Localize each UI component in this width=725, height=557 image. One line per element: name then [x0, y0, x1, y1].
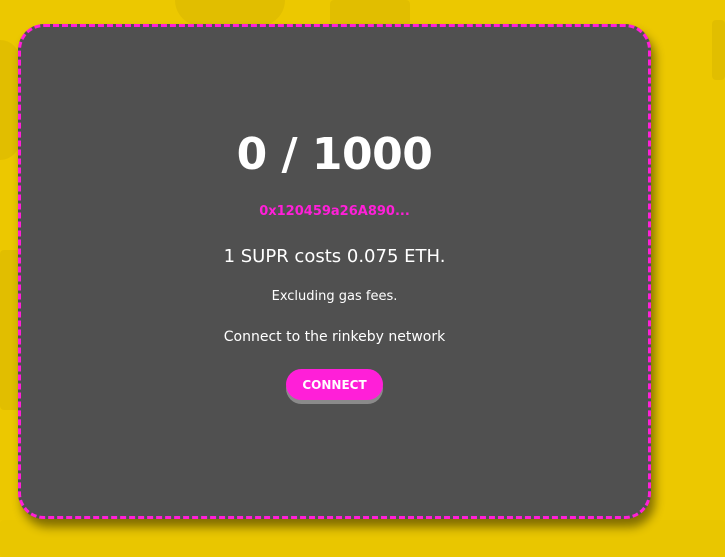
mint-card: 0 / 1000 0x120459a26A890... 1 SUPR costs…	[18, 24, 651, 519]
background-artwork	[330, 0, 410, 26]
contract-address-link[interactable]: 0x120459a26A890...	[21, 204, 648, 219]
background-artwork	[175, 0, 285, 26]
background-artwork	[0, 40, 20, 160]
mint-counter: 0 / 1000	[236, 129, 433, 180]
price-text: 1 SUPR costs 0.075 ETH.	[223, 246, 446, 267]
network-note: Connect to the rinkeby network	[223, 329, 446, 345]
background-artwork	[0, 250, 20, 410]
background-artwork	[0, 520, 725, 557]
gas-fee-note: Excluding gas fees.	[271, 289, 398, 304]
connect-button[interactable]: CONNECT	[286, 369, 383, 400]
background-artwork	[712, 20, 725, 80]
